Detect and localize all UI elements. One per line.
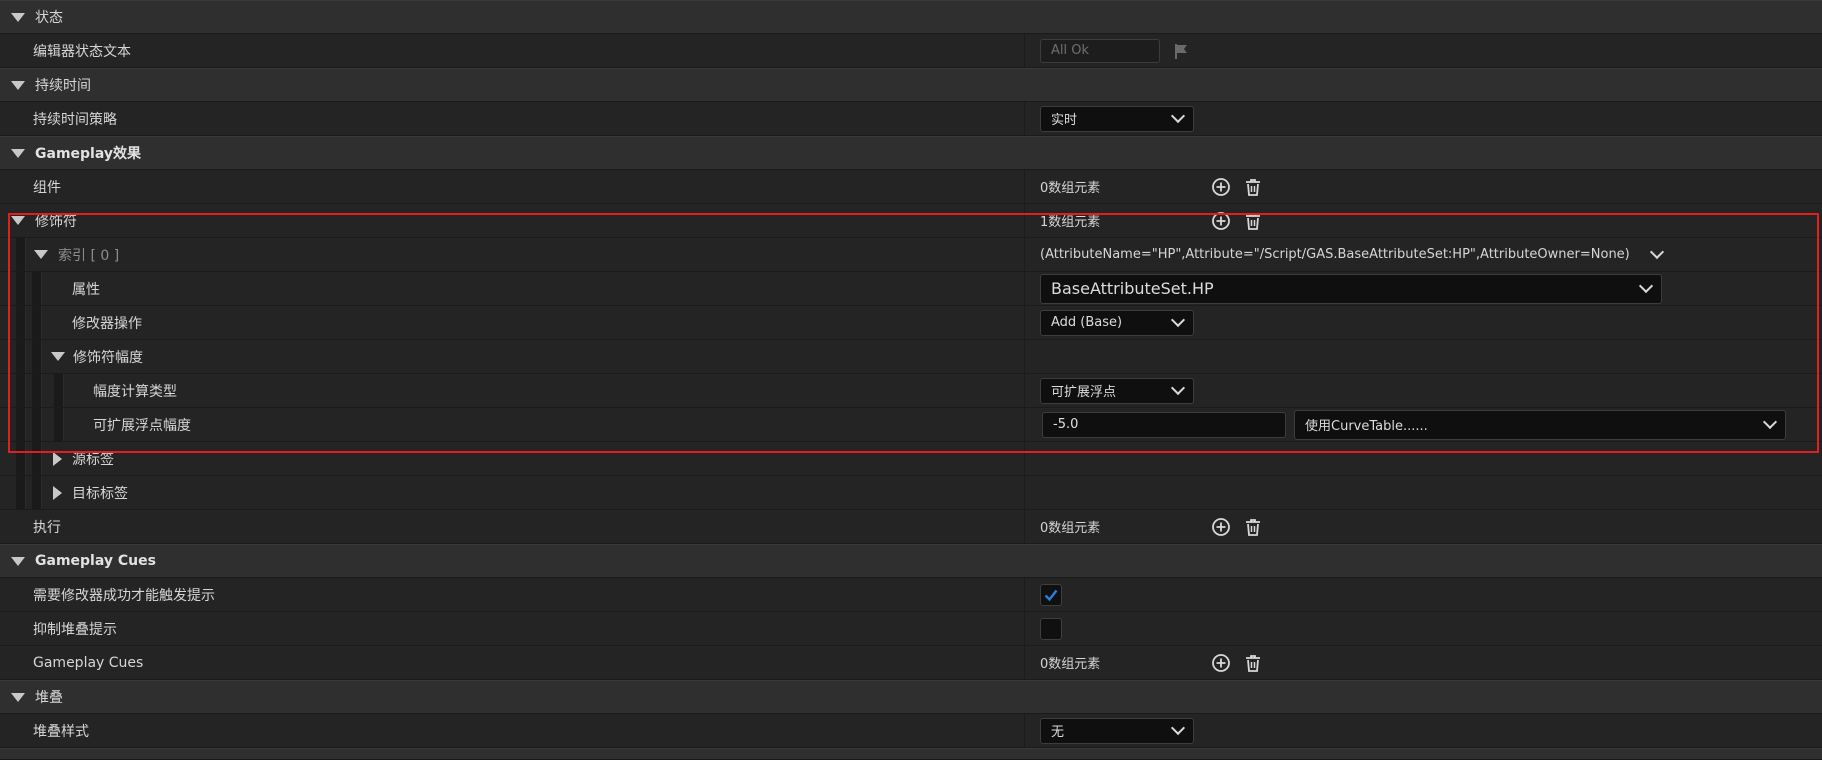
components-label: 组件 [33, 179, 61, 196]
row-require-modifier-success: 需要修改器成功才能触发提示 [0, 578, 1822, 612]
chevron-down-icon[interactable] [34, 250, 48, 259]
chevron-down-icon [1638, 278, 1654, 294]
components-count: 0数组元素 [1040, 181, 1101, 196]
chevron-down-icon[interactable] [11, 148, 25, 158]
chevron-down-icon[interactable] [11, 80, 25, 90]
require-modifier-success-label: 需要修改器成功才能触发提示 [33, 587, 215, 604]
section-header-gameplay-effect[interactable]: Gameplay效果 [0, 136, 1822, 170]
chevron-down-icon[interactable] [11, 692, 25, 702]
index-0-label: 索引 [ 0 ] [58, 247, 120, 264]
trash-icon[interactable] [1242, 516, 1264, 538]
chevron-down-icon [1170, 312, 1186, 328]
curve-table-value: 使用CurveTable...... [1305, 419, 1428, 434]
checkmark-icon [1044, 589, 1058, 601]
modifiers-count: 1数组元素 [1040, 215, 1101, 230]
details-panel: 状态 编辑器状态文本 All Ok 持续时间 持续时间策略 实时 Gamepla… [0, 0, 1822, 760]
add-circle-icon[interactable] [1210, 176, 1232, 198]
row-gameplay-cues-array: Gameplay Cues 0数组元素 [0, 646, 1822, 680]
chevron-down-icon[interactable] [11, 556, 25, 566]
row-magnitude-calc-type: 幅度计算类型 可扩展浮点 [0, 374, 1822, 408]
add-circle-icon[interactable] [1210, 652, 1232, 674]
stacking-type-dropdown[interactable]: 无 [1040, 717, 1194, 744]
attribute-label: 属性 [72, 281, 100, 298]
row-modifier-magnitude: 修饰符幅度 [0, 340, 1822, 374]
section-title-state: 状态 [35, 10, 63, 26]
chevron-down-icon [1762, 414, 1778, 430]
section-title-gameplay-cues: Gameplay Cues [35, 553, 156, 569]
row-executions: 执行 0数组元素 [0, 510, 1822, 544]
stacking-type-value: 无 [1051, 725, 1065, 740]
row-target-tags: 目标标签 [0, 476, 1822, 510]
stacking-type-label: 堆叠样式 [33, 723, 89, 740]
row-duration-policy: 持续时间策略 实时 [0, 102, 1822, 136]
require-modifier-success-checkbox[interactable] [1040, 583, 1062, 606]
executions-count: 0数组元素 [1040, 521, 1101, 536]
row-modifiers: 修饰符 1数组元素 [0, 204, 1822, 238]
chevron-down-icon[interactable] [1649, 244, 1664, 260]
row-scalable-float-magnitude: 可扩展浮点幅度 -5.0 使用CurveTable...... [0, 408, 1822, 442]
section-title-gameplay-effect: Gameplay效果 [35, 146, 141, 162]
trash-icon[interactable] [1242, 652, 1264, 674]
triangle-right-icon[interactable] [53, 451, 62, 466]
suppress-stacking-cues-checkbox[interactable] [1040, 617, 1062, 640]
editor-status-text-label: 编辑器状态文本 [33, 43, 131, 60]
target-tags-label: 目标标签 [72, 485, 128, 502]
modifier-op-label: 修改器操作 [72, 315, 142, 332]
modifier-magnitude-label: 修饰符幅度 [73, 349, 143, 366]
attribute-value: BaseAttributeSet.HP [1051, 279, 1214, 298]
add-circle-icon[interactable] [1210, 516, 1232, 538]
magnitude-calc-type-label: 幅度计算类型 [93, 383, 177, 400]
section-title-duration: 持续时间 [35, 78, 91, 94]
curve-table-dropdown[interactable]: 使用CurveTable...... [1294, 409, 1786, 440]
section-header-gameplay-cues[interactable]: Gameplay Cues [0, 544, 1822, 578]
scalable-float-value-input[interactable]: -5.0 [1042, 411, 1286, 438]
chevron-down-icon [1170, 108, 1186, 124]
row-source-tags: 源标签 [0, 442, 1822, 476]
suppress-stacking-cues-label: 抑制堆叠提示 [33, 621, 117, 638]
modifiers-label: 修饰符 [35, 213, 77, 230]
duration-policy-value: 实时 [1051, 113, 1078, 128]
magnitude-calc-type-dropdown[interactable]: 可扩展浮点 [1040, 377, 1194, 404]
row-components: 组件 0数组元素 [0, 170, 1822, 204]
row-stacking-type: 堆叠样式 无 [0, 714, 1822, 748]
attribute-dropdown[interactable]: BaseAttributeSet.HP [1040, 273, 1662, 304]
trash-icon[interactable] [1242, 176, 1264, 198]
row-modifier-op: 修改器操作 Add (Base) [0, 306, 1822, 340]
section-header-stacking[interactable]: 堆叠 [0, 680, 1822, 714]
duration-policy-label: 持续时间策略 [33, 111, 117, 128]
scalable-float-magnitude-label: 可扩展浮点幅度 [93, 417, 191, 434]
flag-icon[interactable] [1170, 40, 1192, 62]
index-0-value: (AttributeName="HP",Attribute="/Script/G… [1040, 247, 1630, 262]
gameplay-cues-array-label: Gameplay Cues [33, 654, 144, 671]
gameplay-cues-count: 0数组元素 [1040, 657, 1101, 672]
chevron-down-icon [1170, 380, 1186, 396]
add-circle-icon[interactable] [1210, 210, 1232, 232]
chevron-down-icon[interactable] [51, 352, 65, 361]
duration-policy-dropdown[interactable]: 实时 [1040, 105, 1194, 132]
row-suppress-stacking-cues: 抑制堆叠提示 [0, 612, 1822, 646]
section-header-state[interactable]: 状态 [0, 0, 1822, 34]
section-title-stacking: 堆叠 [35, 690, 63, 706]
modifier-op-dropdown[interactable]: Add (Base) [1040, 309, 1194, 336]
chevron-down-icon[interactable] [11, 12, 25, 22]
source-tags-label: 源标签 [72, 451, 114, 468]
triangle-right-icon[interactable] [53, 485, 62, 500]
section-header-duration[interactable]: 持续时间 [0, 68, 1822, 102]
next-section-header [0, 748, 1822, 760]
chevron-down-icon [1170, 720, 1186, 736]
row-editor-status-text: 编辑器状态文本 All Ok [0, 34, 1822, 68]
row-modifier-index-0: 索引 [ 0 ] (AttributeName="HP",Attribute="… [0, 238, 1822, 272]
modifier-op-value: Add (Base) [1051, 315, 1123, 330]
row-attribute: 属性 BaseAttributeSet.HP [0, 272, 1822, 306]
chevron-down-icon[interactable] [11, 216, 25, 225]
magnitude-calc-type-value: 可扩展浮点 [1051, 385, 1117, 400]
editor-status-text-field: All Ok [1040, 38, 1160, 63]
trash-icon[interactable] [1242, 210, 1264, 232]
executions-label: 执行 [33, 519, 61, 536]
